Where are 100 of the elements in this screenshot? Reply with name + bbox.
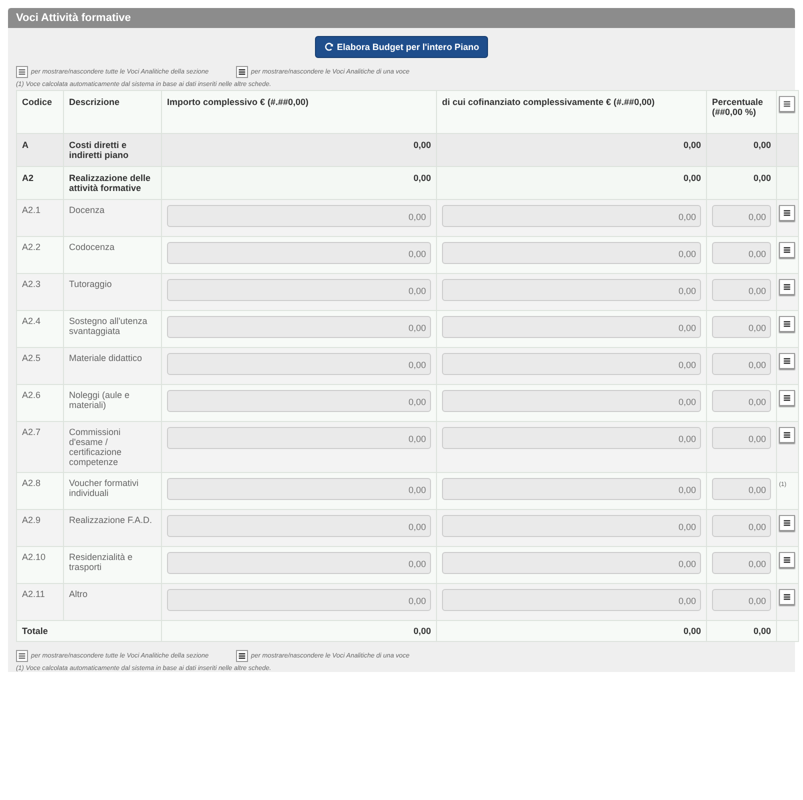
code-cell: A2.9: [22, 515, 41, 525]
list-icon: [783, 320, 791, 328]
amount-field[interactable]: 0,00: [167, 279, 431, 301]
description-cell: Realizzazione delle attività formative: [69, 173, 151, 193]
list-toggle-button[interactable]: [779, 279, 795, 295]
percent-cell: 0,00: [753, 140, 771, 150]
list-icon: [783, 394, 791, 402]
code-cell: A2.3: [22, 279, 41, 289]
amount-field[interactable]: 0,00: [442, 552, 701, 574]
percent-field[interactable]: 0,00: [712, 478, 771, 500]
description-cell: Realizzazione F.A.D.: [69, 515, 152, 525]
percent-field[interactable]: 0,00: [712, 279, 771, 301]
list-toggle-button[interactable]: [779, 353, 795, 369]
amount-cell: 0,00: [683, 140, 701, 150]
description-cell: Residenzialità e trasporti: [69, 552, 133, 572]
percent-field[interactable]: 0,00: [712, 242, 771, 264]
list-toggle-button[interactable]: [779, 96, 795, 112]
description-cell: Commissioni d'esame / certificazione competenze: [69, 427, 122, 467]
description-cell: Costi diretti e indiretti piano: [69, 140, 128, 160]
percent-field[interactable]: 0,00: [712, 205, 771, 227]
percent-field[interactable]: 0,00: [712, 353, 771, 375]
percent-field[interactable]: 0,00: [712, 316, 771, 338]
list-icon: [783, 556, 791, 564]
amount-field[interactable]: 0,00: [167, 589, 431, 611]
list-icon: [16, 650, 28, 662]
list-icon: [783, 246, 791, 254]
list-toggle-button[interactable]: [779, 242, 795, 258]
list-icon: [16, 66, 28, 78]
list-icon: [783, 209, 791, 217]
code-cell: A2.5: [22, 353, 41, 363]
column-header: di cui cofinanziato complessivamente € (#.##0,00): [436, 90, 706, 134]
description-cell: Tutoraggio: [69, 279, 112, 289]
list-toggle-button[interactable]: [779, 427, 795, 443]
percent-cell: 0,00: [753, 626, 771, 636]
amount-field[interactable]: 0,00: [167, 242, 431, 264]
description-cell: Noleggi (aule e materiali): [69, 390, 130, 410]
amount-field[interactable]: 0,00: [167, 515, 431, 537]
amount-field[interactable]: 0,00: [442, 316, 701, 338]
amount-field[interactable]: 0,00: [167, 478, 431, 500]
refresh-icon: [324, 42, 334, 52]
amount-field[interactable]: 0,00: [442, 478, 701, 500]
amount-field[interactable]: 0,00: [167, 353, 431, 375]
amount-field[interactable]: 0,00: [167, 316, 431, 338]
description-cell: Voucher formativi individuali: [69, 478, 139, 498]
list-icon: [236, 66, 248, 78]
code-cell: Totale: [22, 626, 48, 636]
column-header: Percentuale (##0,00 %): [706, 90, 776, 134]
amount-field[interactable]: 0,00: [442, 279, 701, 301]
amount-field[interactable]: 0,00: [167, 205, 431, 227]
code-cell: A2.8: [22, 478, 41, 488]
description-cell: Docenza: [69, 205, 105, 215]
list-toggle-button[interactable]: [779, 515, 795, 531]
code-cell: A2.11: [22, 589, 45, 599]
list-toggle-button[interactable]: [779, 205, 795, 221]
amount-field[interactable]: 0,00: [167, 552, 431, 574]
amount-field[interactable]: 0,00: [442, 589, 701, 611]
list-toggle-button[interactable]: [779, 316, 795, 332]
column-header: Descrizione: [64, 90, 162, 134]
description-cell: Altro: [69, 589, 88, 599]
list-toggle-button[interactable]: [779, 552, 795, 568]
amount-field[interactable]: 0,00: [442, 515, 701, 537]
list-icon: [783, 593, 791, 601]
description-cell: Sostegno all'utenza svantaggiata: [69, 316, 148, 336]
code-cell: A2.1: [22, 205, 41, 215]
amount-field[interactable]: 0,00: [442, 353, 701, 375]
code-cell: A2: [22, 173, 34, 183]
column-header: Codice: [16, 90, 64, 134]
amount-field[interactable]: 0,00: [442, 427, 701, 449]
percent-cell: 0,00: [753, 173, 771, 183]
amount-cell: 0,00: [683, 626, 701, 636]
percent-field[interactable]: 0,00: [712, 390, 771, 412]
list-icon: [783, 431, 791, 439]
panel-title: Voci Attività formative: [8, 8, 795, 28]
percent-field[interactable]: 0,00: [712, 552, 771, 574]
percent-field[interactable]: 0,00: [712, 515, 771, 537]
code-cell: A2.4: [22, 316, 41, 326]
code-cell: A2.6: [22, 390, 41, 400]
amount-cell: 0,00: [413, 626, 431, 636]
amount-field[interactable]: 0,00: [167, 390, 431, 412]
list-toggle-button[interactable]: [779, 589, 795, 605]
list-icon: [783, 100, 791, 108]
budget-button[interactable]: Elabora Budget per l'intero Piano: [314, 36, 488, 58]
list-icon: [236, 650, 248, 662]
percent-field[interactable]: 0,00: [712, 589, 771, 611]
amount-cell: 0,00: [413, 140, 431, 150]
amount-field[interactable]: 0,00: [442, 242, 701, 264]
percent-field[interactable]: 0,00: [712, 427, 771, 449]
code-cell: A: [22, 140, 28, 150]
amount-field[interactable]: 0,00: [442, 205, 701, 227]
list-toggle-button[interactable]: [779, 390, 795, 406]
amount-field[interactable]: 0,00: [167, 427, 431, 449]
amount-field[interactable]: 0,00: [442, 390, 701, 412]
amount-cell: 0,00: [413, 173, 431, 183]
amount-cell: 0,00: [683, 173, 701, 183]
description-cell: Codocenza: [69, 242, 115, 252]
code-cell: A2.2: [22, 242, 41, 252]
list-icon: [783, 283, 791, 291]
description-cell: Materiale didattico: [69, 353, 142, 363]
code-cell: A2.10: [22, 552, 46, 562]
list-icon: [783, 357, 791, 365]
